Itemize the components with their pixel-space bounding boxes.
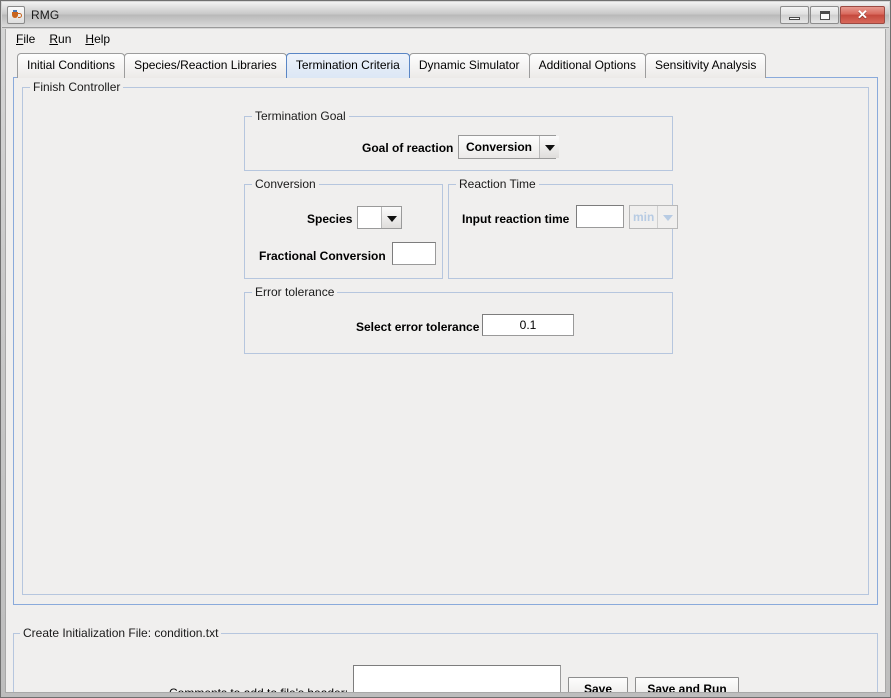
maximize-button[interactable]: [810, 5, 839, 24]
tab-sensitivity-analysis[interactable]: Sensitivity Analysis: [644, 53, 767, 78]
window-controls: ✕: [779, 5, 885, 24]
menu-help[interactable]: Help: [79, 30, 118, 48]
menu-run-rest: un: [58, 31, 72, 46]
menu-run[interactable]: Run: [43, 30, 79, 48]
chevron-down-icon[interactable]: [382, 207, 401, 228]
reaction-time-input[interactable]: [576, 205, 624, 228]
menu-help-mnemonic: H: [85, 31, 95, 46]
menu-file-rest: ile: [23, 31, 36, 46]
tab-initial-conditions[interactable]: Initial Conditions: [17, 53, 126, 78]
tab-termination-criteria[interactable]: Termination Criteria: [285, 53, 410, 78]
select-error-tolerance-label: Select error tolerance: [356, 320, 480, 334]
minimize-button[interactable]: [780, 5, 809, 24]
close-button[interactable]: ✕: [840, 5, 885, 24]
error-tolerance-title: Error tolerance: [252, 286, 338, 299]
tab-strip: Initial Conditions Species/Reaction Libr…: [13, 53, 878, 78]
java-coffee-cup-icon: [7, 5, 25, 24]
chevron-down-icon: [658, 206, 678, 228]
menu-file[interactable]: File: [10, 30, 43, 48]
reaction-time-panel: Reaction Time Input reaction time min: [448, 178, 678, 279]
tabbed-pane: Initial Conditions Species/Reaction Libr…: [13, 53, 878, 605]
title-bar: RMG ✕: [2, 2, 889, 28]
window-frame: RMG ✕ File Run Help Initial Conditions S…: [0, 0, 891, 698]
goal-of-reaction-label: Goal of reaction: [362, 141, 454, 155]
species-label: Species: [307, 212, 353, 226]
fractional-conversion-input[interactable]: [392, 242, 436, 265]
conversion-title: Conversion: [252, 178, 319, 191]
window-title: RMG: [31, 7, 60, 22]
reaction-time-units-value: min: [630, 206, 659, 228]
save-button[interactable]: Save: [568, 677, 628, 692]
tab-species-reaction-libraries[interactable]: Species/Reaction Libraries: [124, 53, 287, 78]
termination-goal-panel: Termination Goal Goal of reaction Conver…: [244, 110, 673, 171]
finish-controller-title: Finish Controller: [30, 81, 124, 94]
chevron-down-icon[interactable]: [540, 136, 560, 158]
create-initialization-file-title: Create Initialization File: condition.tx…: [20, 626, 222, 640]
client-area: File Run Help Initial Conditions Species…: [5, 29, 886, 693]
input-reaction-time-label: Input reaction time: [462, 212, 570, 226]
species-combobox[interactable]: [357, 206, 402, 229]
reaction-time-units-combobox: min: [629, 205, 678, 229]
goal-of-reaction-combobox[interactable]: Conversion: [458, 135, 560, 159]
finish-controller-panel: Finish Controller Termination Goal Goal …: [22, 81, 869, 595]
termination-goal-title: Termination Goal: [252, 110, 349, 123]
comments-input[interactable]: [353, 665, 561, 692]
menu-bar: File Run Help: [6, 29, 885, 48]
tab-additional-options[interactable]: Additional Options: [528, 53, 646, 78]
conversion-panel: Conversion Species Fractional Conversion: [244, 178, 443, 279]
species-value: [358, 207, 382, 228]
tab-content-panel: Finish Controller Termination Goal Goal …: [13, 77, 878, 605]
rmg-application-window: RMG ✕ File Run Help Initial Conditions S…: [0, 0, 891, 698]
reaction-time-title: Reaction Time: [456, 178, 539, 191]
goal-of-reaction-value: Conversion: [459, 136, 541, 158]
menu-run-mnemonic: R: [49, 31, 59, 46]
tab-dynamic-simulator[interactable]: Dynamic Simulator: [408, 53, 530, 78]
fractional-conversion-label: Fractional Conversion: [259, 249, 386, 263]
save-and-run-button[interactable]: Save and Run: [635, 677, 739, 692]
error-tolerance-panel: Error tolerance Select error tolerance 0…: [244, 286, 673, 354]
error-tolerance-input[interactable]: 0.1: [482, 314, 574, 336]
comments-label: Comments to add to file's header:: [169, 686, 349, 693]
create-initialization-file-panel: Create Initialization File: condition.tx…: [13, 626, 878, 693]
menu-help-rest: elp: [94, 31, 111, 46]
